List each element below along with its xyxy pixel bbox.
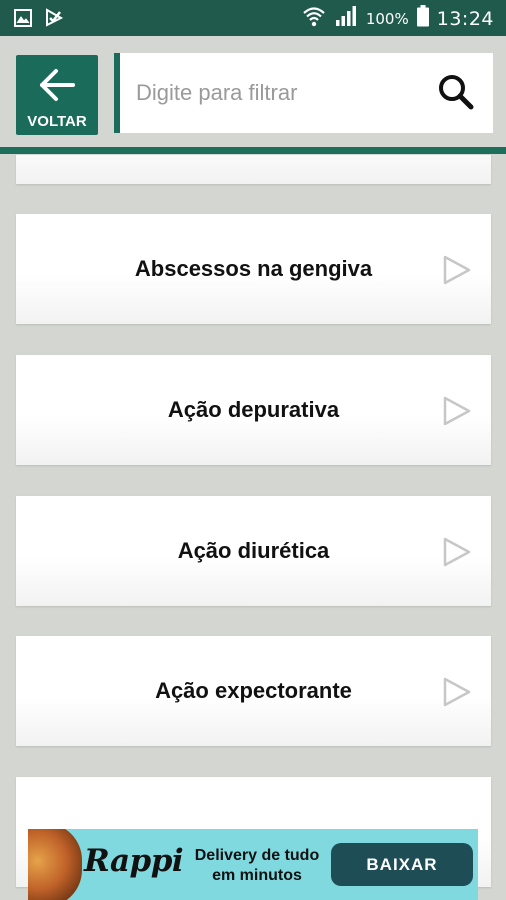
list-item-label: Ação diurética: [177, 538, 330, 563]
ad-tagline-line1: Delivery de tudo: [194, 847, 320, 864]
back-button-label: VOLTAR: [27, 113, 87, 130]
list-item[interactable]: Ação depurativa: [16, 355, 491, 465]
ad-tagline-line2: em minutos: [212, 867, 302, 884]
list-item-label: Abscessos na gengiva: [134, 256, 373, 281]
search-icon[interactable]: [437, 73, 475, 116]
play-arrow-icon: [442, 395, 472, 432]
play-arrow-icon: [442, 536, 472, 573]
list-item-label: Ação depurativa: [167, 397, 340, 422]
search-input[interactable]: [134, 75, 418, 111]
search-box: [114, 53, 493, 133]
ad-banner[interactable]: Rappi Delivery de tudo em minutos BAIXAR: [28, 829, 478, 900]
list-item[interactable]: Ação diurética: [16, 496, 491, 606]
list-item[interactable]: Ação expectorante: [16, 636, 491, 746]
play-arrow-icon: [442, 676, 472, 713]
ad-brand-logo: Rappi: [84, 843, 184, 879]
food-image: [28, 829, 82, 900]
play-arrow-icon: [442, 254, 472, 291]
header-divider: [0, 147, 506, 154]
ad-tagline: Delivery de tudo em minutos: [172, 846, 342, 886]
list-item[interactable]: Abscessos na gengiva: [16, 214, 491, 324]
ad-download-button[interactable]: BAIXAR: [331, 843, 473, 886]
list-item-label: Ação expectorante: [155, 678, 352, 703]
back-button[interactable]: VOLTAR: [16, 55, 98, 135]
arrow-left-icon: [38, 67, 76, 108]
